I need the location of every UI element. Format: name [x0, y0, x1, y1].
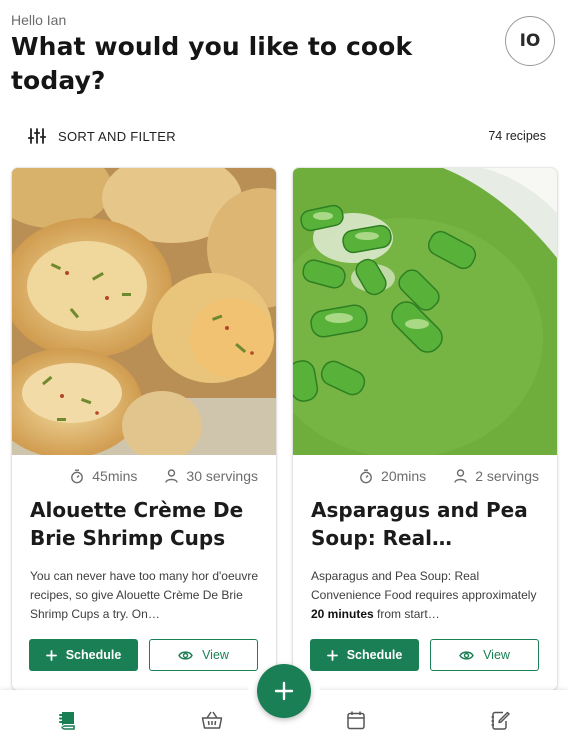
recipe-card[interactable]: 45mins 30 servings Alouette Crème De Bri…	[12, 168, 276, 690]
recipe-description: You can never have too many hor d'oeuvre…	[30, 569, 258, 621]
nav-recipes[interactable]	[56, 708, 80, 732]
cook-time: 45mins	[92, 468, 138, 484]
sort-and-filter-button[interactable]: SORT AND FILTER	[28, 128, 176, 144]
recipe-image-pea-soup[interactable]	[293, 168, 557, 455]
eye-icon	[459, 650, 474, 660]
recipe-title[interactable]: Alouette Crème De Brie Shrimp Cups	[30, 496, 262, 552]
recipe-description: Asparagus and Pea Soup: Real Convenience…	[311, 567, 541, 624]
recipe-title[interactable]: Asparagus and Pea Soup: Real…	[311, 496, 543, 552]
greeting-text: Hello Ian	[11, 12, 67, 28]
schedule-button[interactable]: Schedule	[310, 639, 419, 671]
view-label: View	[483, 648, 510, 662]
nav-groceries[interactable]	[200, 708, 224, 732]
calendar-icon	[347, 711, 365, 730]
schedule-label: Schedule	[346, 648, 403, 662]
cook-time: 20mins	[381, 468, 427, 484]
recipes-book-icon	[59, 712, 75, 730]
recipe-toolbar: SORT AND FILTER 74 recipes	[28, 124, 546, 148]
recipe-meta: 45mins 30 servings	[70, 468, 258, 484]
nav-notes[interactable]	[488, 708, 512, 732]
add-recipe-button[interactable]	[257, 664, 311, 718]
eye-icon	[178, 650, 193, 660]
description-text: Asparagus and Pea Soup: Real Convenience…	[311, 569, 537, 602]
plus-icon	[326, 649, 338, 661]
view-button[interactable]: View	[430, 639, 539, 671]
servings: 2 servings	[475, 468, 539, 484]
timer-icon	[71, 469, 84, 483]
schedule-label: Schedule	[65, 648, 122, 662]
person-icon	[165, 469, 179, 483]
description-time: 20 minutes	[311, 607, 374, 621]
sliders-icon	[28, 128, 46, 144]
recipe-count: 74 recipes	[488, 129, 546, 143]
page-title: What would you like to cook today?	[11, 32, 413, 95]
recipe-image-shrimp-cups[interactable]	[12, 168, 276, 455]
sort-and-filter-label: SORT AND FILTER	[58, 128, 176, 144]
person-icon	[454, 469, 467, 483]
basket-icon	[201, 711, 223, 729]
notes-icon	[491, 711, 510, 730]
plus-icon	[45, 649, 57, 661]
view-button[interactable]: View	[149, 639, 258, 671]
servings: 30 servings	[186, 468, 258, 484]
view-label: View	[202, 648, 229, 662]
recipe-meta: 20mins 2 servings	[359, 468, 539, 484]
recipe-card[interactable]: 20mins 2 servings Asparagus and Pea Soup…	[293, 168, 557, 690]
header: Hello Ian What would you like to cook to…	[11, 12, 557, 98]
plus-icon	[274, 681, 294, 701]
avatar[interactable]: IO	[505, 16, 555, 66]
nav-meal-plan[interactable]	[344, 708, 368, 732]
schedule-button[interactable]: Schedule	[29, 639, 138, 671]
timer-icon	[360, 469, 372, 483]
description-text-end: from start…	[373, 607, 440, 621]
